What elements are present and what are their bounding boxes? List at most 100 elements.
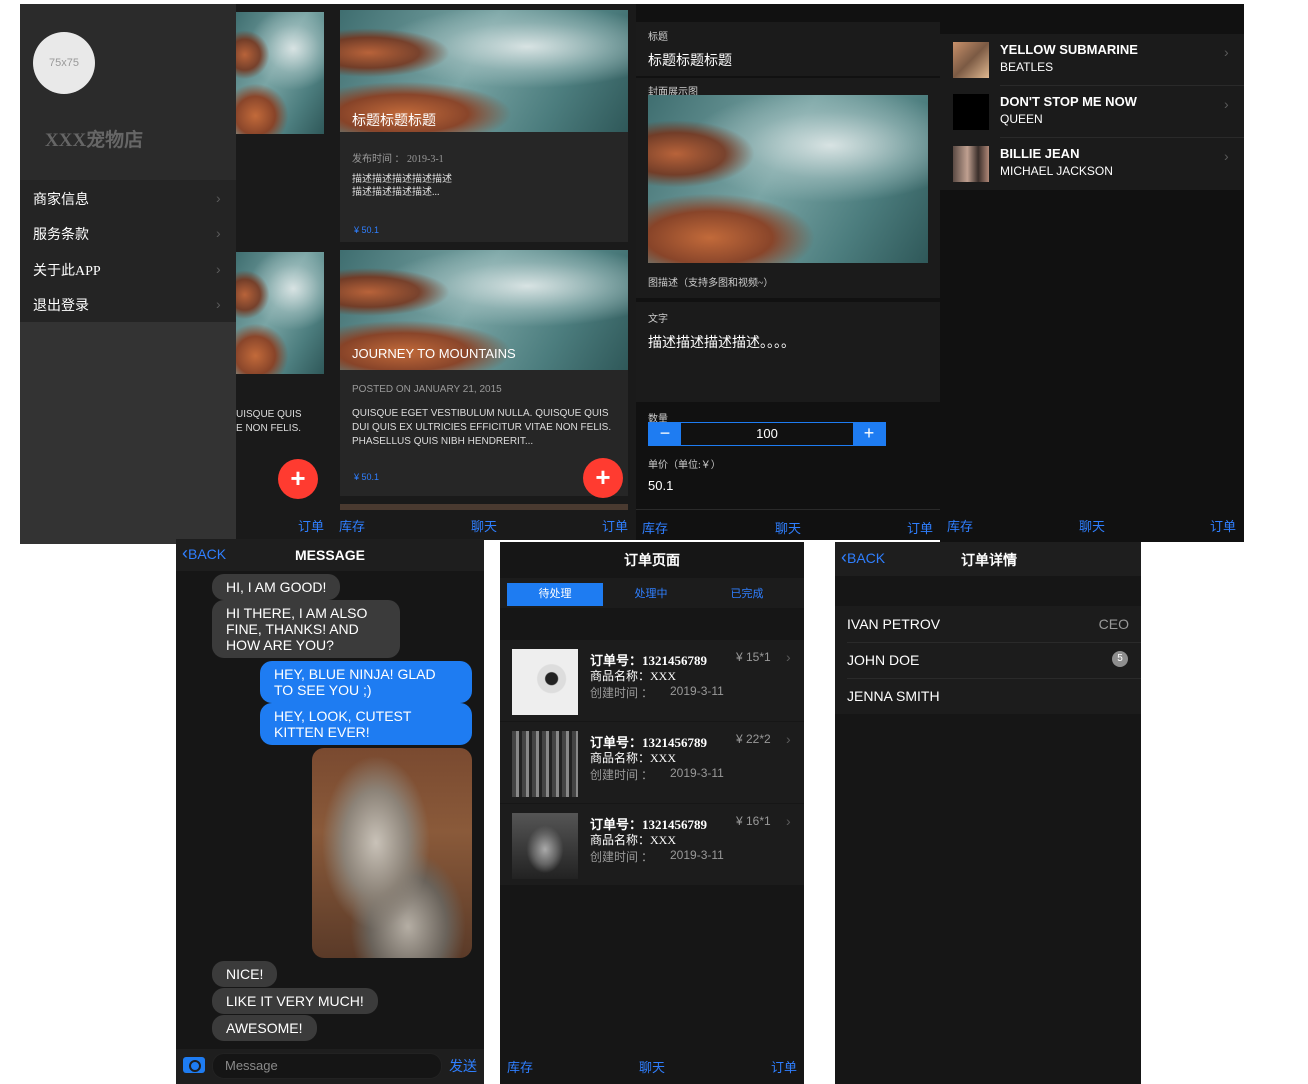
person-name: IVAN PETROV <box>847 616 941 632</box>
title-input[interactable]: 标题标题标题 <box>648 50 732 70</box>
menu-item-terms[interactable]: 服务条款 <box>33 224 89 244</box>
tab-inventory[interactable]: 库存 <box>507 1057 533 1076</box>
card-title: 标题标题标题 <box>352 114 436 129</box>
tab-orders[interactable]: 订单 <box>602 516 628 535</box>
message-input[interactable]: Message <box>212 1053 442 1079</box>
menu-item-logout[interactable]: 退出登录 <box>33 295 89 315</box>
song-title: BILLIE JEAN <box>1000 146 1080 161</box>
message-bubble: HEY, BLUE NINJA! GLAD TO SEE YOU ;) <box>260 661 472 703</box>
card[interactable]: JOURNEY TO MOUNTAINS POSTED ON JANUARY 2… <box>340 250 628 496</box>
chevron-right-icon: › <box>786 649 791 665</box>
person-role: CEO <box>1098 616 1129 632</box>
list-item[interactable]: 订单号：1321456789 ¥ 22*2 › 商品名称：XXX 创建时间 ： … <box>500 722 804 803</box>
card-date: POSTED ON JANUARY 21, 2015 <box>352 384 502 395</box>
card[interactable]: 标题标题标题 发布时间 ： 2019-3-1 描述描述描述描述描述 描述描述描述… <box>340 10 628 242</box>
chevron-right-icon: › <box>1224 44 1229 60</box>
tab-orders[interactable]: 订单 <box>771 1057 797 1076</box>
product-thumbnail <box>512 731 578 797</box>
product-thumbnail <box>512 813 578 879</box>
add-button[interactable]: + <box>583 458 623 498</box>
created-label: 创建时间 ： <box>590 768 654 782</box>
message-bubble: HI, I AM GOOD! <box>212 574 341 600</box>
list-item[interactable]: YELLOW SUBMARINE BEATLES › <box>940 34 1244 86</box>
label-unit-price: 单价（单位:￥） <box>648 460 721 471</box>
label-title: 标题 <box>648 32 668 43</box>
text-input[interactable]: 描述描述描述描述。。。。 <box>648 332 795 352</box>
menu-item-merchant-info[interactable]: 商家信息 <box>33 189 89 209</box>
message-placeholder: Message <box>225 1058 278 1073</box>
list-item[interactable]: 订单号：1321456789 ¥ 15*1 › 商品名称：XXX 创建时间 ： … <box>500 640 804 721</box>
quantity-input[interactable]: 100 <box>681 426 853 446</box>
person-name: JENNA SMITH <box>847 688 940 704</box>
list-item[interactable]: BILLIE JEAN MICHAEL JACKSON › <box>940 138 1244 190</box>
tab-chat[interactable]: 聊天 <box>471 516 497 535</box>
chevron-right-icon: › <box>216 190 221 206</box>
peek-photo-1 <box>236 12 324 134</box>
song-list-screen: YELLOW SUBMARINE BEATLES › DON'T STOP ME… <box>940 4 1244 542</box>
camera-icon[interactable] <box>183 1057 205 1073</box>
song-title: YELLOW SUBMARINE <box>1000 42 1138 57</box>
tab-inventory[interactable]: 库存 <box>947 516 973 535</box>
drawer: 75x75 XXX宠物店 商家信息 › 服务条款 › 关于此APP › 退出登录… <box>20 4 236 544</box>
tab-chat[interactable]: 聊天 <box>639 1057 665 1076</box>
cover-image[interactable] <box>648 95 928 263</box>
message-bubble: AWESOME! <box>212 1015 317 1041</box>
page-title: 订单页面 <box>624 554 680 569</box>
list-item[interactable]: DON'T STOP ME NOW QUEEN › <box>940 86 1244 138</box>
tab-orders[interactable]: 订单 <box>1210 516 1236 535</box>
card-price: ¥ 50.1 <box>354 472 380 482</box>
tab-orders[interactable]: 订单 <box>298 516 324 535</box>
tab-chat[interactable]: 聊天 <box>775 518 801 537</box>
tabbar-divider <box>636 509 940 510</box>
card-list-screen: 标题标题标题 发布时间 ： 2019-3-1 描述描述描述描述描述 描述描述描述… <box>332 4 636 540</box>
song-artist: MICHAEL JACKSON <box>1000 164 1113 178</box>
minus-button[interactable]: − <box>649 423 681 445</box>
edit-form-screen: 标题 标题标题标题 封面展示图 图描述（支持多图和视频~） 文字 描述描述描述描… <box>636 4 940 540</box>
quantity-stepper: − 100 + <box>648 422 886 446</box>
tab-orders[interactable]: 订单 <box>907 518 933 537</box>
tab-inventory[interactable]: 库存 <box>642 518 668 537</box>
product-name: 商品名称：XXX <box>590 669 676 683</box>
menu-item-about[interactable]: 关于此APP <box>33 260 101 280</box>
messages-screen: ‹BACK MESSAGE HI, I AM GOOD! HI THERE, I… <box>176 539 484 1084</box>
chevron-right-icon: › <box>216 261 221 277</box>
song-title: DON'T STOP ME NOW <box>1000 94 1137 109</box>
tab-chat[interactable]: 聊天 <box>1079 516 1105 535</box>
send-button[interactable]: 发送 <box>449 1056 477 1076</box>
field-text-bg <box>636 302 940 402</box>
message-bubble: NICE! <box>212 961 278 987</box>
segment-completed[interactable]: 已完成 <box>699 583 795 606</box>
unit-price-input[interactable]: 50.1 <box>648 478 673 493</box>
page-title: MESSAGE <box>294 547 365 563</box>
list-item: JOHN DOE 5 <box>835 642 1141 678</box>
peek-text: UISQUE QUIS E NON FELIS. <box>236 409 302 434</box>
kitten-photo[interactable] <box>312 748 472 958</box>
chevron-right-icon: › <box>1224 96 1229 112</box>
list-item[interactable]: 订单号：1321456789 ¥ 16*1 › 商品名称：XXX 创建时间 ： … <box>500 804 804 885</box>
person-name: JOHN DOE <box>847 652 920 668</box>
order-detail-screen: ‹BACK 订单详情 IVAN PETROV CEO JOHN DOE 5 JE… <box>835 542 1141 1084</box>
card-price: ¥ 50.1 <box>354 225 380 235</box>
created-time: 2019-3-11 <box>670 848 724 862</box>
plus-button[interactable]: + <box>853 423 885 445</box>
back-button[interactable]: ‹BACK <box>841 548 885 566</box>
next-card-edge <box>340 504 628 510</box>
album-cover <box>953 94 989 130</box>
tab-inventory[interactable]: 库存 <box>339 516 365 535</box>
message-bubble: HI THERE, I AM ALSO FINE, THANKS! AND HO… <box>212 600 400 658</box>
card-title: JOURNEY TO MOUNTAINS <box>352 346 516 361</box>
list-item: JENNA SMITH <box>835 678 1141 714</box>
segment-processing[interactable]: 处理中 <box>603 583 699 606</box>
orders-screen: 订单页面 待处理 处理中 已完成 订单号：1321456789 ¥ 15*1 ›… <box>500 542 804 1084</box>
peek-photo-2 <box>236 252 324 374</box>
add-button[interactable]: + <box>278 459 318 499</box>
card-desc: QUISQUE EGET VESTIBULUM NULLA. QUISQUE Q… <box>352 408 612 447</box>
card-date: 发布时间 ： 2019-3-1 <box>352 154 444 165</box>
segment-pending[interactable]: 待处理 <box>507 583 603 606</box>
label-text: 文字 <box>648 314 668 325</box>
chevron-right-icon: › <box>216 225 221 241</box>
drawer-screen: UISQUE QUIS E NON FELIS. + 订单 75x75 XXX宠… <box>20 4 332 544</box>
cover-caption: 图描述（支持多图和视频~） <box>648 278 774 289</box>
product-name: 商品名称：XXX <box>590 833 676 847</box>
created-time: 2019-3-11 <box>670 684 724 698</box>
